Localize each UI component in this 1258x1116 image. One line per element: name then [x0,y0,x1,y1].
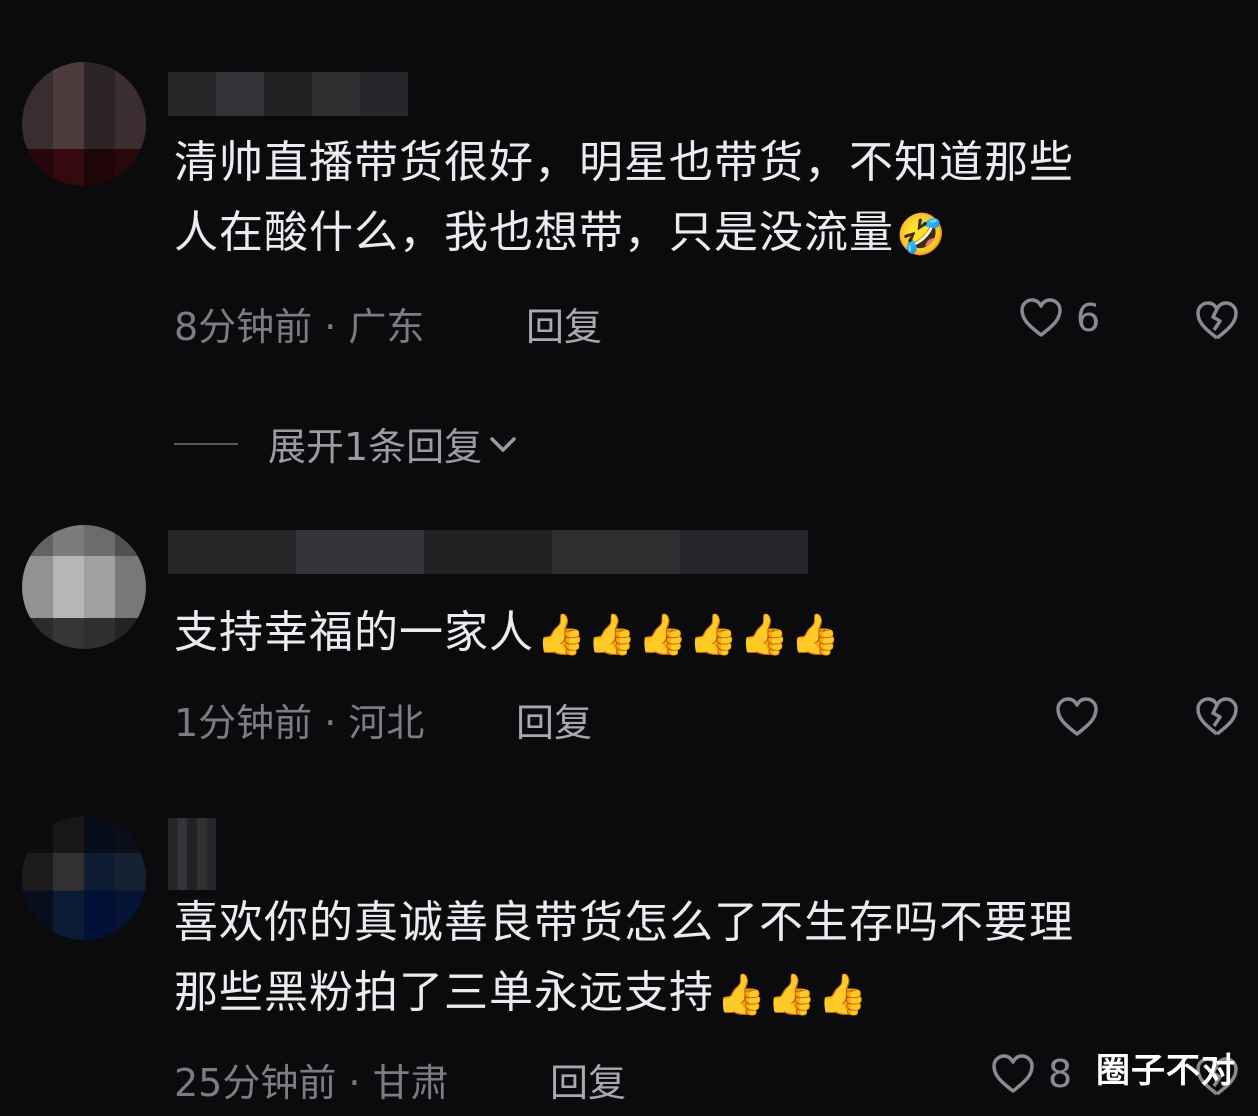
like-button[interactable]: 8 [990,1052,1072,1096]
username-blurred[interactable] [168,72,408,116]
broken-heart-icon[interactable] [1194,696,1240,738]
comment-meta: 1分钟前 · 河北 [174,701,425,745]
comment-text: 喜欢你的真诚善良带货怎么了不生存吗不要理 那些黑粉拍了三单永远支持👍👍👍 [174,888,1208,1030]
like-button[interactable]: 6 [1018,296,1100,340]
reply-button[interactable]: 回复 [516,692,592,747]
heart-outline-icon[interactable] [1054,696,1100,738]
avatar[interactable] [22,525,146,649]
heart-outline-icon [1020,298,1062,337]
broken-heart-icon[interactable] [1194,300,1240,342]
comment-text-line: 清帅直播带货很好，明星也带货，不知道那些 [174,137,1074,188]
username-blurred[interactable] [168,818,216,890]
chevron-down-icon [490,436,516,452]
heart-outline-icon [992,1054,1034,1093]
comment-text: 清帅直播带货很好，明星也带货，不知道那些 人在酸什么，我也想带，只是没流量🤣 [174,128,1208,270]
comment-text-line: 支持幸福的一家人👍👍👍👍👍👍 [174,607,841,658]
divider-line [174,442,238,445]
expand-replies-label: 展开1条回复 [268,425,483,469]
username-blurred[interactable] [168,530,808,574]
rofl-emoji: 🤣 [896,212,947,258]
comment-text-line: 喜欢你的真诚善良带货怎么了不生存吗不要理 [174,897,1074,948]
watermark: 圈子不对 [1096,1051,1236,1091]
comment-text-line: 那些黑粉拍了三单永远支持👍👍👍 [174,967,869,1018]
comment-text: 支持幸福的一家人👍👍👍👍👍👍 [174,598,1208,670]
comment-text-line: 人在酸什么，我也想带，只是没流量🤣 [174,207,947,258]
expand-replies-button[interactable]: 展开1条回复 [174,416,518,471]
thumbs-up-emoji: 👍👍👍👍👍👍 [536,612,841,658]
reply-button[interactable]: 回复 [550,1052,626,1107]
like-count: 6 [1076,296,1101,340]
comment-meta: 8分钟前 · 广东 [174,305,425,349]
avatar[interactable] [22,816,146,940]
thumbs-up-emoji: 👍👍👍 [716,972,869,1018]
avatar[interactable] [22,62,146,186]
reply-button[interactable]: 回复 [526,296,602,351]
comment-meta: 25分钟前 · 甘肃 [174,1061,449,1105]
like-count: 8 [1048,1052,1073,1096]
